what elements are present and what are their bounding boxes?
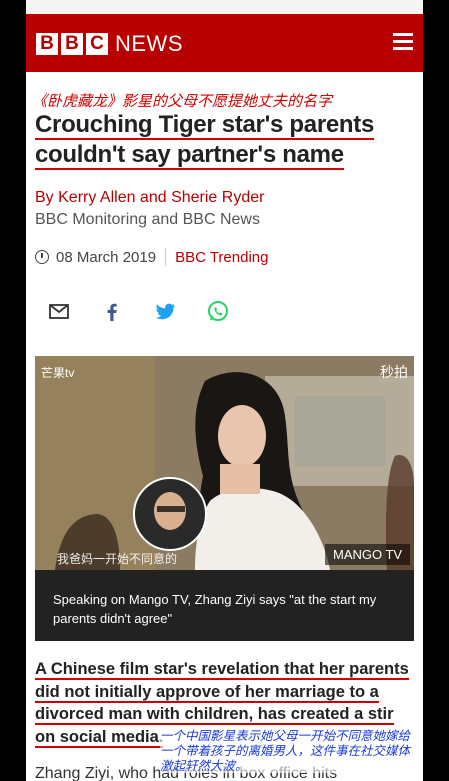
article-meta: 08 March 2019 BBC Trending (35, 248, 268, 266)
logo-block-c: C (86, 33, 108, 55)
byline-source: BBC Monitoring and BBC News (35, 211, 260, 228)
article-date: 08 March 2019 (56, 248, 157, 266)
mango-tv-watermark: 芒果tv (41, 366, 75, 380)
bbc-news-logo[interactable]: B B C NEWS (36, 31, 183, 57)
clock-icon (35, 250, 49, 264)
mango-tv-badge: MANGO TV (325, 544, 411, 565)
category-link[interactable]: BBC Trending (175, 249, 268, 266)
headline-line-1: Crouching Tiger star's parents (35, 111, 375, 140)
site-header: B B C NEWS (26, 14, 423, 72)
meta-divider (165, 248, 167, 266)
video-subtitle: 我爸妈一开始不同意的 (57, 552, 178, 566)
email-icon[interactable] (46, 298, 72, 324)
miaopai-watermark: 秒拍 (380, 364, 408, 380)
hamburger-menu-icon[interactable] (393, 33, 413, 51)
twitter-icon[interactable] (152, 298, 178, 324)
status-strip (26, 0, 423, 14)
annotation-chinese-title: 《卧虎藏龙》影星的父母不愿提她丈夫的名字 (32, 92, 333, 110)
headline-line-2: couldn't say partner's name (35, 141, 344, 170)
article-headline: Crouching Tiger star's parents couldn't … (35, 110, 415, 170)
video-still-drawing (35, 356, 414, 570)
facebook-icon[interactable] (99, 298, 125, 324)
video-media-block[interactable]: 芒果tv 秒拍 我爸妈一开始不同意的 MANGO TV Speaking on … (35, 356, 414, 641)
byline[interactable]: By Kerry Allen and Sherie Ryder (35, 189, 264, 207)
phone-screen: B B C NEWS 《卧虎藏龙》影星的父母不愿提她丈夫的名字 Crouchin… (26, 0, 423, 781)
whatsapp-icon[interactable] (205, 298, 231, 324)
annotation-chinese-summary: 一个中国影星表示她父母一开始不同意她嫁给一个带着孩子的离婚男人，这件事在社交媒体… (160, 728, 420, 773)
logo-word-news: NEWS (115, 31, 183, 56)
logo-block-b2: B (61, 33, 83, 55)
video-caption: Speaking on Mango TV, Zhang Ziyi says "a… (53, 592, 377, 626)
video-still-image[interactable]: 芒果tv 秒拍 我爸妈一开始不同意的 MANGO TV (35, 356, 414, 570)
logo-block-b1: B (36, 33, 58, 55)
share-tools (46, 298, 258, 324)
